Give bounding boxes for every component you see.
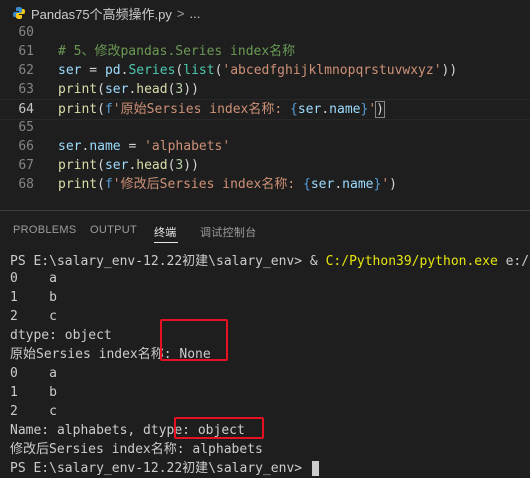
code-token: ser (310, 177, 335, 192)
code-token: f (104, 177, 113, 192)
tab-terminal[interactable]: 终端 (154, 224, 177, 240)
code-token: ) (389, 177, 397, 192)
terminal-output-line: 2 c (10, 404, 57, 419)
code-line[interactable]: 63 print(ser.head(3)) (0, 80, 530, 99)
code-token: f (104, 102, 113, 117)
code-line[interactable]: 61 # 5、修改pandas.Series index名称 (0, 42, 530, 61)
code-token: = (81, 63, 105, 78)
code-token: . (334, 177, 343, 192)
code-token: = (120, 139, 145, 154)
code-token: '原始Sersies index名称: (112, 102, 291, 117)
line-number: 66 (18, 139, 34, 154)
terminal-output-line: 1 b (10, 385, 57, 400)
code-line[interactable]: 62 ser = pd.Series(list('abcedfghijklmnop… (0, 61, 530, 80)
code-token: # 5、修改pandas.Series index名称 (58, 44, 296, 59)
code-token: ' (381, 177, 390, 192)
terminal-output-line: 修改后Sersies index名称: alphabets (10, 442, 263, 457)
code-token: name (89, 139, 121, 154)
code-token: )) (183, 158, 199, 173)
terminal-output-line: 0 a (10, 366, 57, 381)
code-token: ser (58, 63, 82, 78)
line-number: 60 (18, 26, 34, 40)
code-token: Series (128, 63, 176, 78)
code-token: 'abcedfghijklmnopqrstuvwxyz' (222, 63, 442, 78)
breadcrumb-file[interactable]: Pandas75个高频操作.py (31, 4, 172, 23)
terminal[interactable]: PS E:\salary_env-12.22初建\salary_env> & C… (0, 252, 530, 478)
code-token: ( (97, 102, 105, 117)
code-token: head (136, 82, 168, 97)
code-text: print(f'原始Sersies index名称: {ser.name}') (58, 100, 385, 119)
code-token: head (136, 158, 168, 173)
breadcrumb-more[interactable]: ... (190, 6, 201, 21)
code-text: # 5、修改pandas.Series index名称 (58, 42, 295, 61)
code-line[interactable]: 65 (0, 118, 530, 137)
code-line[interactable]: 60 (0, 26, 530, 42)
script-path: e:/salary_env-12.22初建/salary_env/Pandas7… (505, 254, 530, 269)
code-line[interactable]: 64 print(f'原始Sersies index名称: {ser.name}'… (0, 99, 530, 120)
terminal-output-line: 2 c (10, 309, 57, 324)
code-token: ( (97, 82, 105, 97)
code-token: )) (183, 82, 199, 97)
code-token: ser (297, 102, 322, 117)
code-line[interactable]: 66 ser.name = 'alphabets' (0, 137, 530, 156)
breadcrumb-separator: > (176, 5, 185, 21)
bottom-panel: PROBLEMS OUTPUT 终端 调试控制台 PS E:\salary_en… (0, 210, 530, 478)
code-token: '修改后Sersies index名称: (112, 177, 304, 192)
line-number: 64 (18, 102, 34, 117)
tab-debug-console[interactable]: 调试控制台 (200, 224, 257, 240)
code-text: ser = pd.Series(list('abcedfghijklmnopqr… (58, 61, 457, 80)
terminal-output-line: 1 b (10, 290, 57, 305)
code-token: pd (104, 63, 121, 78)
tab-output[interactable]: OUTPUT (90, 224, 137, 236)
panel-tabs: PROBLEMS OUTPUT 终端 调试控制台 (0, 211, 530, 251)
code-token: ) (375, 101, 385, 118)
highlight-box-alphabets (174, 417, 264, 439)
code-token: ser (104, 82, 129, 97)
code-token: print (58, 82, 98, 97)
highlight-box-none (160, 319, 228, 361)
code-text: print(ser.head(3)) (58, 156, 199, 175)
python-path: C:/Python39/python.exe (325, 254, 498, 269)
line-number: 68 (18, 177, 34, 192)
line-number: 63 (18, 82, 34, 97)
code-text: print(f'修改后Sersies index名称: {ser.name}') (58, 175, 397, 194)
code-line[interactable]: 67 print(ser.head(3)) (0, 156, 530, 175)
python-file-icon (12, 6, 26, 20)
code-text: print(ser.head(3)) (58, 80, 199, 99)
code-line[interactable]: 68 print(f'修改后Sersies index名称: {ser.name}… (0, 175, 530, 194)
code-editor[interactable]: 60 61 # 5、修改pandas.Series index名称 62 ser = p… (0, 26, 530, 204)
tab-problems[interactable]: PROBLEMS (13, 224, 77, 236)
code-text: ser.name = 'alphabets' (58, 137, 230, 156)
code-token: 'alphabets' (144, 139, 231, 154)
code-token: ( (97, 177, 105, 192)
code-token: ser (58, 139, 82, 154)
terminal-final-prompt: PS E:\salary_env-12.22初建\salary_env> (10, 459, 319, 478)
code-token: ( (97, 158, 105, 173)
code-token: name (329, 102, 361, 117)
terminal-prompt: PS E:\salary_env-12.22初建\salary_env> (10, 461, 310, 476)
active-tab-underline (154, 242, 178, 243)
code-token: { (303, 177, 311, 192)
line-number: 65 (18, 120, 34, 135)
terminal-prompt: PS E:\salary_env-12.22初建\salary_env> & (10, 254, 326, 269)
line-number: 62 (18, 63, 34, 78)
code-token: name (342, 177, 374, 192)
code-token: ' (368, 102, 377, 117)
code-token: list (183, 63, 215, 78)
terminal-output-line: 0 a (10, 271, 57, 286)
line-number: 61 (18, 44, 34, 59)
code-token: ser (104, 158, 129, 173)
terminal-cursor (311, 461, 319, 476)
code-token: { (290, 102, 298, 117)
code-token: print (58, 177, 98, 192)
terminal-command-line: PS E:\salary_env-12.22初建\salary_env> & C… (10, 252, 530, 271)
line-number: 67 (18, 158, 34, 173)
breadcrumb: Pandas75个高频操作.py > ... (0, 0, 530, 26)
code-token: print (58, 102, 98, 117)
terminal-output-line: dtype: object (10, 328, 112, 343)
code-token: )) (441, 63, 458, 78)
code-token: . (321, 102, 330, 117)
code-token: print (58, 158, 98, 173)
